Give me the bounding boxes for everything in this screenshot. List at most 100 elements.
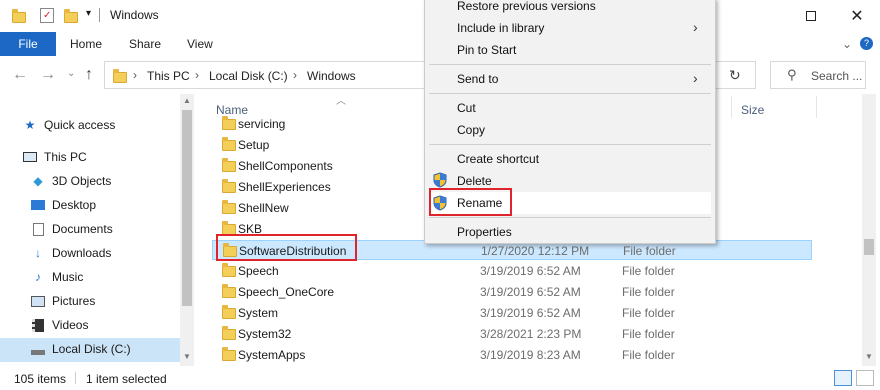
file-date: 3/19/2019 6:52 AM: [480, 306, 581, 320]
file-name: ShellComponents: [238, 159, 333, 173]
sidebar-item-3d-objects[interactable]: ◆ 3D Objects: [30, 171, 111, 191]
navigation-pane: ★ Quick access This PC ◆ 3D Objects Desk…: [0, 94, 194, 366]
folder-icon: [222, 116, 236, 130]
file-date: 3/19/2019 6:52 AM: [480, 285, 581, 299]
tab-file[interactable]: File: [0, 32, 56, 56]
breadcrumb-windows[interactable]: Windows: [307, 69, 356, 83]
breadcrumb-local-disk[interactable]: Local Disk (C:): [209, 69, 288, 83]
qat-separator: [99, 8, 100, 22]
chevron-right-icon[interactable]: ›: [195, 68, 199, 82]
refresh-icon[interactable]: ↻: [729, 67, 741, 84]
item-count: 105 items: [14, 372, 67, 386]
sidebar-item-local-disk[interactable]: Local Disk (C:): [30, 339, 131, 359]
context-menu: Restore previous versions Include in lib…: [424, 0, 716, 244]
file-name: servicing: [238, 117, 286, 131]
sidebar-item-this-pc[interactable]: This PC: [22, 147, 87, 167]
table-row[interactable]: Speech 3/19/2019 6:52 AM File folder: [212, 261, 812, 281]
sidebar-item-label: Quick access: [44, 118, 116, 132]
menu-item-restore-previous-versions[interactable]: Restore previous versions: [457, 0, 596, 13]
recent-locations-icon[interactable]: ⌄: [67, 68, 75, 79]
file-date: 1/27/2020 12:12 PM: [481, 244, 590, 258]
submenu-arrow-icon: ›: [693, 70, 698, 86]
sidebar-item-quick-access[interactable]: ★ Quick access: [22, 115, 116, 135]
scrollbar-thumb[interactable]: [182, 110, 192, 306]
sidebar-item-label: Documents: [52, 222, 113, 236]
scroll-down-icon[interactable]: ▼: [183, 352, 191, 361]
table-row[interactable]: SystemApps 3/19/2019 8:23 AM File folder: [212, 345, 812, 365]
file-name: Speech_OneCore: [238, 285, 335, 299]
tab-home[interactable]: Home: [70, 37, 102, 51]
chevron-right-icon[interactable]: ›: [293, 68, 297, 82]
tab-view[interactable]: View: [187, 37, 213, 51]
window-title: Windows: [110, 8, 159, 22]
scroll-down-icon[interactable]: ▼: [865, 352, 873, 361]
sort-ascending-icon: ︿: [336, 96, 346, 107]
menu-item-cut[interactable]: Cut: [457, 101, 476, 115]
table-row[interactable]: System32 3/28/2021 2:23 PM File folder: [212, 324, 812, 344]
menu-item-pin-to-start[interactable]: Pin to Start: [457, 43, 516, 57]
folder-icon: [222, 158, 236, 172]
menu-divider: [429, 93, 711, 94]
file-date: 3/28/2021 2:23 PM: [480, 327, 582, 341]
chevron-right-icon[interactable]: ›: [133, 68, 137, 82]
computer-icon: [22, 150, 38, 164]
folder-icon: [222, 179, 236, 193]
rename-target-highlight: [216, 234, 357, 261]
document-icon: [30, 222, 46, 236]
file-name: ShellNew: [238, 201, 289, 215]
menu-item-properties[interactable]: Properties: [457, 225, 512, 239]
shield-icon: [433, 172, 447, 188]
maximize-button[interactable]: [788, 0, 834, 32]
table-row[interactable]: Speech_OneCore 3/19/2019 6:52 AM File fold…: [212, 282, 812, 302]
sidebar-item-label: Local Disk (C:): [52, 342, 131, 356]
scrollbar-thumb[interactable]: [864, 239, 874, 255]
column-divider[interactable]: [816, 96, 817, 118]
back-arrow-icon[interactable]: ←: [12, 66, 28, 84]
sidebar-item-downloads[interactable]: ↓ Downloads: [30, 243, 111, 263]
sidebar-item-label: Pictures: [52, 294, 96, 308]
sidebar-item-label: Desktop: [52, 198, 97, 212]
qat-dropdown-icon[interactable]: ▾: [86, 8, 91, 19]
sidebar-item-videos[interactable]: Videos: [30, 315, 88, 335]
forward-arrow-icon[interactable]: →: [40, 66, 56, 84]
sidebar-item-pictures[interactable]: Pictures: [30, 291, 95, 311]
sidebar-item-label: Downloads: [52, 246, 112, 260]
scroll-up-icon[interactable]: ▲: [183, 96, 191, 105]
file-list-scrollbar[interactable]: ▼: [862, 94, 876, 366]
sidebar-item-desktop[interactable]: Desktop: [30, 195, 96, 215]
file-name: Speech: [238, 264, 279, 278]
file-type: File folder: [622, 348, 675, 362]
expand-ribbon-icon[interactable]: ⌄: [842, 37, 852, 51]
maximize-icon: [806, 11, 816, 21]
large-icons-view-icon[interactable]: [856, 370, 874, 386]
sidebar-item-music[interactable]: ♪ Music: [30, 267, 83, 287]
folder-icon: [222, 137, 236, 151]
picture-icon: [30, 294, 46, 308]
file-type: File folder: [622, 264, 675, 278]
details-view-icon[interactable]: [834, 370, 852, 386]
properties-icon[interactable]: ✓: [40, 8, 54, 23]
status-bar: 105 items 1 item selected: [0, 366, 880, 390]
search-box[interactable]: ⚲ Search ...: [770, 61, 866, 89]
up-arrow-icon[interactable]: ↑: [85, 66, 93, 84]
table-row[interactable]: System 3/19/2019 6:52 AM File folder: [212, 303, 812, 323]
folder-icon: [222, 284, 236, 298]
close-button[interactable]: ✕: [834, 0, 880, 32]
music-icon: ♪: [35, 270, 41, 284]
menu-item-create-shortcut[interactable]: Create shortcut: [457, 152, 539, 166]
video-icon: [30, 318, 46, 332]
file-type: File folder: [622, 285, 675, 299]
help-icon[interactable]: ?: [860, 37, 873, 50]
search-icon: ⚲: [787, 67, 797, 82]
menu-item-delete[interactable]: Delete: [457, 174, 492, 188]
close-icon: ✕: [850, 8, 864, 25]
tab-share[interactable]: Share: [129, 37, 161, 51]
menu-item-include-in-library[interactable]: Include in library: [457, 21, 544, 35]
sidebar-item-documents[interactable]: Documents: [30, 219, 113, 239]
menu-item-copy[interactable]: Copy: [457, 123, 485, 137]
rename-highlight: [429, 188, 512, 216]
sidebar-scrollbar[interactable]: ▲ ▼: [180, 94, 194, 366]
breadcrumb-this-pc[interactable]: This PC: [147, 69, 190, 83]
menu-item-send-to[interactable]: Send to: [457, 72, 498, 86]
menu-divider: [429, 64, 711, 65]
